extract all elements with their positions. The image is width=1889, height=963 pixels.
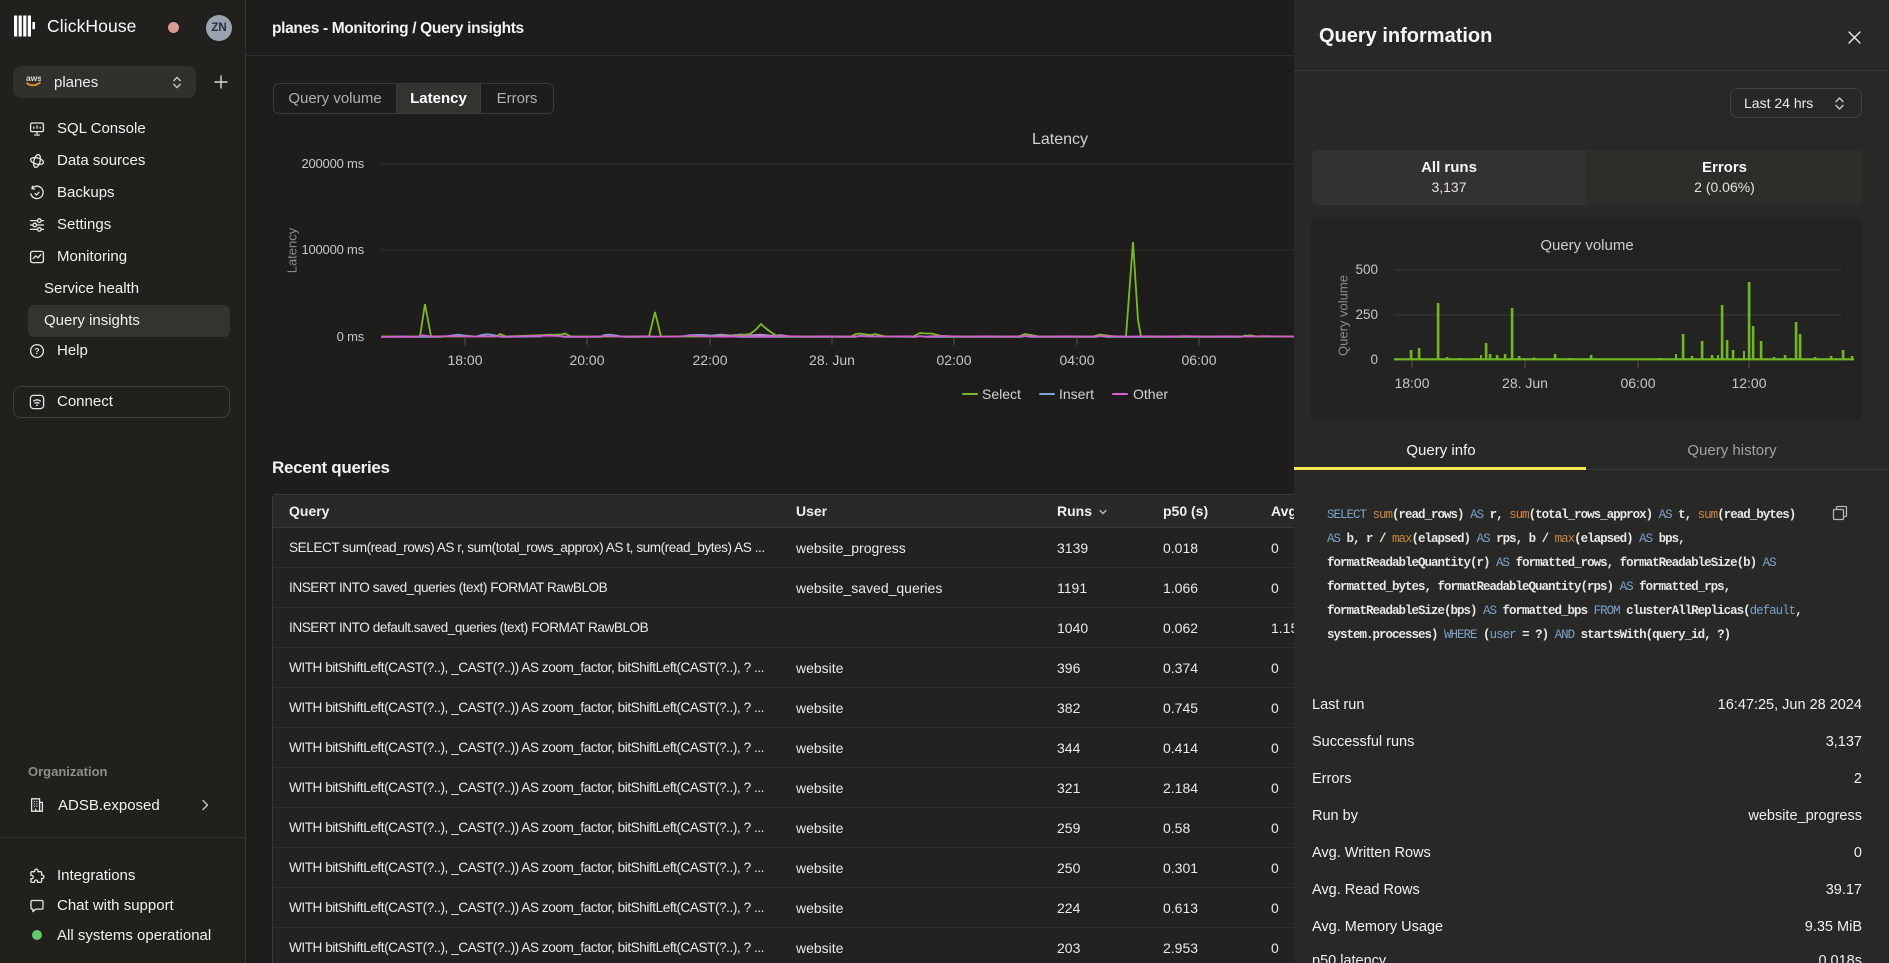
svg-text:?: ? [34, 346, 39, 356]
svg-text:aws: aws [26, 73, 41, 83]
